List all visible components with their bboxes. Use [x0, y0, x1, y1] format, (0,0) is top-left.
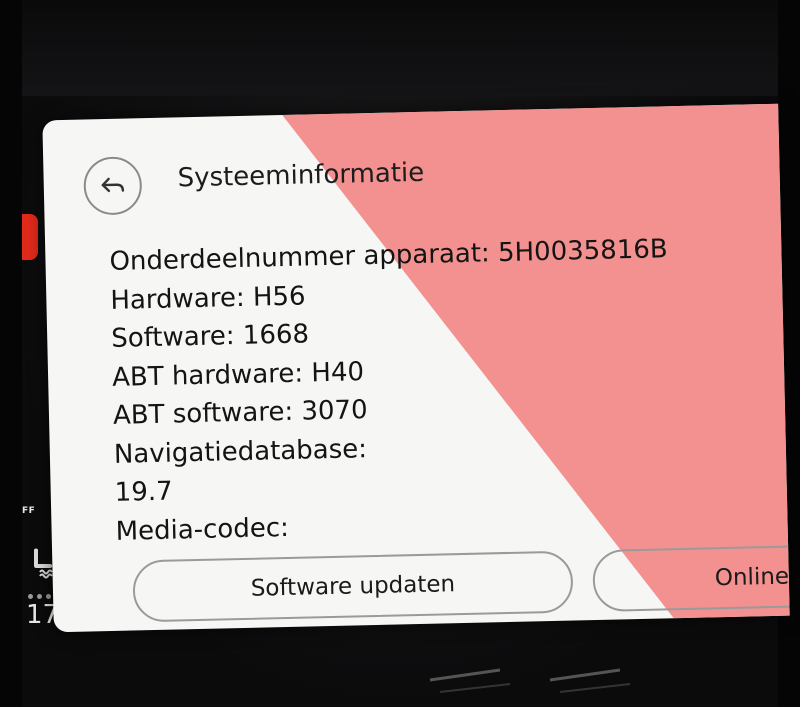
car-infotainment-photo: FF 17.0 Systeeminformatie Onderdeelnumme… [0, 0, 800, 707]
system-info-panel: Systeeminformatie Onderdeelnummer appara… [42, 103, 790, 633]
system-info-list: Onderdeelnummer apparaat: 5H0035816B Har… [109, 230, 674, 551]
back-arrow-icon [101, 177, 125, 193]
page-title: Systeeminformatie [177, 157, 425, 194]
software-update-button[interactable]: Software updaten [132, 550, 574, 623]
bottom-trim [429, 668, 631, 693]
off-label: FF [22, 506, 36, 516]
red-indicator [22, 214, 38, 260]
left-bezel [0, 0, 22, 707]
online-button[interactable]: Online [592, 544, 790, 613]
back-button[interactable] [83, 156, 143, 216]
top-bezel [0, 0, 800, 96]
